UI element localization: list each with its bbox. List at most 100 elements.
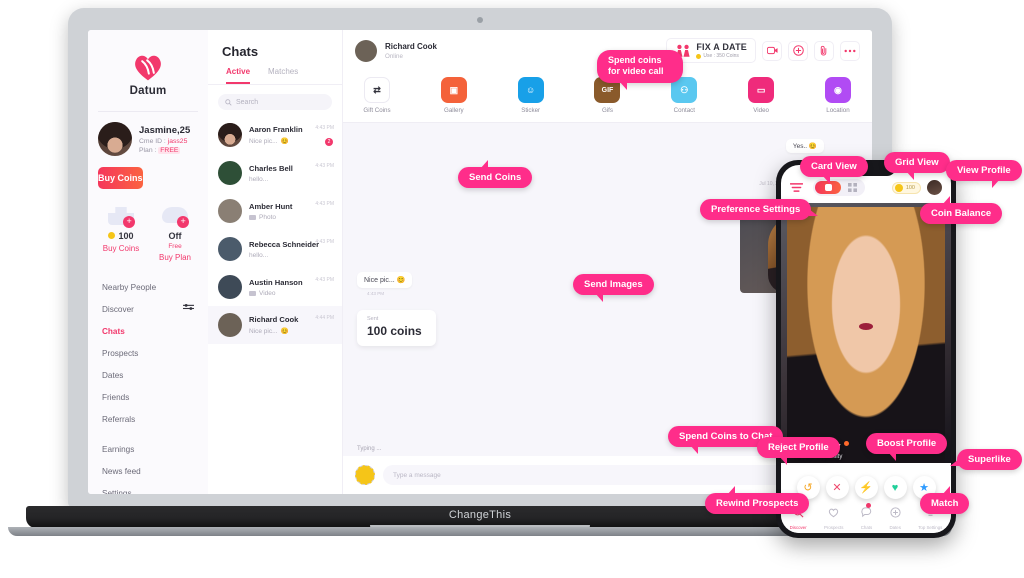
list-item-preview: Video bbox=[249, 290, 303, 297]
sidebar: Datum Jasmine,25 Cme ID : jass25 Plan : … bbox=[88, 30, 208, 494]
callout-reject-profile[interactable]: Reject Profile bbox=[757, 437, 840, 465]
callout-card-view[interactable]: Card View bbox=[800, 156, 868, 184]
tool-gift-coins[interactable]: ⇄ Gift Coins bbox=[355, 77, 399, 114]
user-id-value: jass25 bbox=[167, 137, 188, 145]
buy-coins-button[interactable]: Buy Coins bbox=[98, 167, 143, 189]
avatar bbox=[218, 123, 242, 147]
photo-icon bbox=[249, 214, 256, 220]
list-item[interactable]: Austin Hanson Video 4:43 PM bbox=[208, 268, 342, 306]
search-input[interactable]: Search bbox=[218, 94, 332, 110]
callout-match[interactable]: Match bbox=[920, 486, 970, 514]
callout-video-call[interactable]: Spend coins for video call bbox=[597, 50, 683, 89]
profile-card[interactable] bbox=[781, 203, 951, 463]
sidebar-item-discover[interactable]: Discover bbox=[102, 298, 208, 320]
sidebar-item-prospects[interactable]: Prospects bbox=[102, 342, 208, 364]
list-item-time: 4:43 PM bbox=[315, 163, 334, 169]
avatar bbox=[218, 161, 242, 185]
sidebar-item-friends[interactable]: Friends bbox=[102, 386, 208, 408]
conversation-name: Richard Cook bbox=[385, 41, 438, 51]
phone-tab-chats[interactable]: Chats bbox=[861, 502, 872, 530]
match-button[interactable]: ♥ bbox=[883, 476, 907, 499]
plus-circle-icon bbox=[792, 45, 804, 56]
boost-button[interactable]: ⚡ bbox=[854, 476, 878, 499]
tab-matches[interactable]: Matches bbox=[268, 67, 298, 84]
coin-amount: 100 bbox=[94, 231, 148, 241]
callout-boost-profile[interactable]: Boost Profile bbox=[866, 433, 948, 461]
reject-button[interactable]: ✕ bbox=[825, 476, 849, 499]
phone-tab-label: Discover bbox=[789, 524, 807, 530]
wallet-tile-plan[interactable]: + Off Free Buy Plan bbox=[148, 205, 202, 262]
tool-contact[interactable]: ⚇ Contact bbox=[662, 77, 706, 114]
tool-sticker[interactable]: ☺ Sticker bbox=[509, 77, 553, 114]
list-item[interactable]: Richard Cook Nice pic... 😊 4:44 PM bbox=[208, 306, 342, 344]
sidebar-item-earnings[interactable]: Earnings bbox=[102, 438, 208, 460]
callout-rewind-prospects[interactable]: Rewind Prospects bbox=[705, 486, 810, 514]
list-item[interactable]: Amber Hunt Photo 4:43 PM bbox=[208, 192, 342, 230]
callout-coin-balance[interactable]: Coin Balance bbox=[920, 196, 1003, 224]
list-item-preview: hello... bbox=[249, 175, 269, 183]
view-toggle bbox=[813, 179, 865, 196]
phone-tab-dates[interactable]: Dates bbox=[889, 505, 901, 530]
tool-location[interactable]: ◉ Location bbox=[816, 77, 860, 114]
sidebar-item-settings[interactable]: Settings bbox=[102, 482, 208, 495]
coins-stack-icon: + bbox=[108, 205, 135, 228]
tool-label: Contact bbox=[673, 107, 695, 114]
callout-send-coins[interactable]: Send Coins bbox=[458, 160, 533, 188]
more-options-button[interactable] bbox=[840, 40, 860, 61]
list-item-name: Rebecca Schneider bbox=[249, 239, 320, 249]
message-input[interactable]: Type a message bbox=[383, 465, 830, 485]
avatar bbox=[218, 313, 242, 337]
callout-send-images[interactable]: Send Images bbox=[573, 274, 654, 302]
brand-name: Datum bbox=[129, 85, 167, 97]
composer-avatar[interactable] bbox=[355, 465, 375, 485]
datum-logo-icon bbox=[135, 55, 161, 81]
user-id-label: Cme ID : bbox=[139, 137, 166, 145]
add-button[interactable] bbox=[788, 40, 808, 61]
tool-label: Gifs bbox=[601, 107, 613, 114]
list-item[interactable]: Aaron Franklin Nice pic... 😊 4:43 PM 2 bbox=[208, 116, 342, 154]
callout-preference-settings[interactable]: Preference Settings bbox=[700, 199, 819, 220]
chats-badge bbox=[866, 502, 872, 508]
sidebar-item-referrals[interactable]: Referrals bbox=[102, 408, 208, 430]
wallet-tile-coins-label: Buy Coins bbox=[102, 244, 140, 253]
list-item-name: Richard Cook bbox=[249, 315, 299, 324]
sidebar-item-nearby-people[interactable]: Nearby People bbox=[102, 276, 208, 298]
avatar bbox=[218, 237, 242, 261]
list-item-preview: Photo bbox=[249, 214, 292, 221]
phone-tab-prospects[interactable]: Prospects bbox=[824, 505, 843, 530]
coin-balance-chip[interactable]: 100 bbox=[891, 181, 921, 194]
wallet-tiles: + 100 Buy Coins + Off Free Buy Plan bbox=[88, 189, 208, 272]
preference-settings-icon[interactable] bbox=[790, 182, 803, 193]
coins-sent-card: Sent 100 coins bbox=[357, 310, 436, 346]
list-item-preview: Nice pic... 😊 bbox=[249, 327, 289, 336]
avatar bbox=[218, 199, 242, 223]
grid-view-toggle[interactable] bbox=[841, 181, 863, 194]
tool-video[interactable]: ▭ Video bbox=[739, 77, 783, 114]
sidebar-item-news-feed[interactable]: News feed bbox=[102, 460, 208, 482]
tab-active[interactable]: Active bbox=[226, 67, 251, 84]
coin-icon bbox=[894, 183, 903, 192]
sidebar-item-discover-label: Discover bbox=[102, 304, 134, 314]
wallet-tile-coins[interactable]: + 100 Buy Coins bbox=[94, 205, 148, 262]
list-item[interactable]: Rebecca Schneider hello... 4:43 PM bbox=[208, 230, 342, 268]
video-call-button[interactable] bbox=[762, 40, 782, 61]
list-item-time: 4:43 PM bbox=[315, 201, 334, 207]
attachment-button[interactable] bbox=[814, 40, 834, 61]
user-profile[interactable]: Jasmine,25 Cme ID : jass25 Plan : FREE bbox=[88, 122, 208, 165]
callout-view-profile[interactable]: View Profile bbox=[946, 160, 1022, 188]
gallery-icon: ▣ bbox=[440, 77, 467, 103]
coins-sent-value: 100 coins bbox=[367, 324, 422, 338]
tool-gallery[interactable]: ▣ Gallery bbox=[432, 77, 476, 114]
sidebar-item-dates[interactable]: Dates bbox=[102, 364, 208, 386]
callout-grid-view[interactable]: Grid View bbox=[884, 152, 950, 180]
list-item[interactable]: Charles Bell hello... 4:43 PM bbox=[208, 154, 342, 192]
video-icon bbox=[249, 290, 256, 296]
sidebar-item-chats[interactable]: Chats bbox=[102, 320, 208, 342]
filter-icon[interactable] bbox=[183, 303, 194, 311]
fix-a-date-cost: Use : 350 Coins bbox=[696, 53, 747, 59]
phone-tab-label: Top Settings bbox=[918, 524, 943, 530]
plus-circle-icon bbox=[890, 506, 901, 518]
plan-cloud-icon: + bbox=[162, 205, 189, 228]
profile-avatar-button[interactable] bbox=[927, 180, 942, 195]
callout-superlike[interactable]: Superlike bbox=[950, 449, 1022, 470]
